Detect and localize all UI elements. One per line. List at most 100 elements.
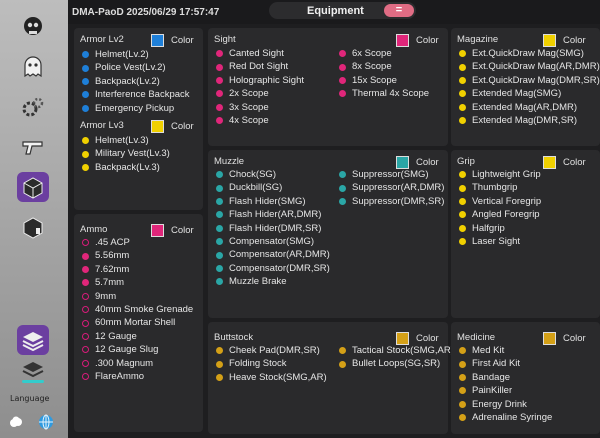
list-item[interactable]: Helmet(Lv.3): [82, 134, 170, 147]
list-item[interactable]: 60mm Mortar Shell: [82, 316, 193, 329]
bullet-dot-icon: [82, 252, 89, 260]
list-item[interactable]: 6x Scope: [339, 47, 429, 60]
magazine-swatch[interactable]: [543, 34, 556, 47]
list-item[interactable]: Emergency Pickup: [82, 102, 190, 115]
list-item[interactable]: Angled Foregrip: [459, 208, 541, 221]
list-item[interactable]: Halfgrip: [459, 222, 541, 235]
list-item[interactable]: Ext.QuickDraw Mag(AR,DMR): [459, 60, 600, 73]
list-item[interactable]: Suppressor(DMR,SR): [339, 195, 444, 208]
muzzle-title: Muzzle: [214, 156, 245, 167]
list-item[interactable]: Canted Sight: [216, 47, 304, 60]
bullet-dot-icon: [339, 63, 346, 71]
tab-equipment[interactable]: Equipment =: [269, 2, 416, 19]
bullet-dot-icon: [459, 400, 466, 408]
list-item[interactable]: Adrenaline Syringe: [459, 411, 552, 424]
list-item-label: Thermal 4x Scope: [352, 88, 430, 100]
list-item[interactable]: Compensator(SMG): [216, 235, 330, 248]
list-item[interactable]: Backpack(Lv.2): [82, 75, 190, 88]
list-item[interactable]: Military Vest(Lv.3): [82, 147, 170, 160]
list-item[interactable]: 7.62mm: [82, 263, 193, 276]
list-item[interactable]: Duckbill(SG): [216, 181, 330, 194]
sidebar-item-layers[interactable]: [17, 325, 49, 355]
list-item[interactable]: PainKiller: [459, 384, 552, 397]
bullet-dot-icon: [459, 184, 466, 192]
list-item[interactable]: 15x Scope: [339, 74, 429, 87]
list-item[interactable]: 4x Scope: [216, 114, 304, 127]
sidebar-item-weapon[interactable]: [17, 132, 49, 162]
cloud-icon[interactable]: [8, 414, 24, 430]
sidebar-item-settings[interactable]: [17, 92, 49, 122]
sight-color[interactable]: Color: [396, 34, 439, 47]
list-item[interactable]: Vertical Foregrip: [459, 195, 541, 208]
armor-lv2-swatch[interactable]: [151, 34, 164, 47]
list-item[interactable]: Helmet(Lv.2): [82, 48, 190, 61]
tab-label: Equipment: [307, 4, 364, 17]
list-item[interactable]: 2x Scope: [216, 87, 304, 100]
list-item[interactable]: 40mm Smoke Grenade: [82, 303, 193, 316]
list-item[interactable]: Lightweight Grip: [459, 168, 541, 181]
list-item[interactable]: Extended Mag(SMG): [459, 87, 600, 100]
list-item[interactable]: 5.56mm: [82, 249, 193, 262]
magazine-color[interactable]: Color: [543, 34, 586, 47]
list-item-label: Thumbgrip: [472, 182, 518, 194]
list-item[interactable]: Suppressor(SMG): [339, 168, 444, 181]
list-item[interactable]: Bullet Loops(SG,SR): [339, 357, 454, 370]
list-item[interactable]: Chock(SG): [216, 168, 330, 181]
list-item[interactable]: Laser Sight: [459, 235, 541, 248]
list-item[interactable]: Thermal 4x Scope: [339, 87, 429, 100]
buttstock-title: Buttstock: [214, 332, 254, 343]
tab-toggle-button[interactable]: =: [384, 4, 414, 17]
armor-lv3-color[interactable]: Color: [151, 120, 194, 133]
globe-icon[interactable]: [38, 414, 54, 430]
list-item[interactable]: Holographic Sight: [216, 74, 304, 87]
list-item[interactable]: 8x Scope: [339, 60, 429, 73]
bullet-dot-icon: [216, 347, 223, 355]
list-item[interactable]: Red Dot Sight: [216, 60, 304, 73]
armor-lv2-color[interactable]: Color: [151, 34, 194, 47]
list-item[interactable]: Flash Hider(DMR,SR): [216, 222, 330, 235]
list-item[interactable]: .300 Magnum: [82, 357, 193, 370]
sidebar-item-equipment[interactable]: [17, 172, 49, 202]
sidebar-item-loot[interactable]: [17, 212, 49, 242]
list-item[interactable]: Energy Drink: [459, 398, 552, 411]
list-item[interactable]: Tactical Stock(SMG,AR): [339, 344, 454, 357]
bullet-dot-icon: [459, 171, 466, 179]
grip-list: Lightweight Grip Thumbgrip Vertical Foregr…: [459, 168, 541, 248]
list-item[interactable]: 12 Gauge Slug: [82, 343, 193, 356]
list-item[interactable]: Extended Mag(DMR,SR): [459, 114, 600, 127]
bullet-dot-icon: [216, 374, 223, 382]
sidebar-item-stack[interactable]: [17, 355, 49, 385]
list-item[interactable]: Compensator(AR,DMR): [216, 248, 330, 261]
sidebar-item-player[interactable]: [17, 12, 49, 42]
list-item[interactable]: Police Vest(Lv.2): [82, 61, 190, 74]
list-item[interactable]: Interference Backpack: [82, 88, 190, 101]
list-item[interactable]: Flash Hider(AR,DMR): [216, 208, 330, 221]
list-item[interactable]: Cheek Pad(DMR,SR): [216, 344, 327, 357]
list-item[interactable]: Muzzle Brake: [216, 275, 330, 288]
list-item[interactable]: 12 Gauge: [82, 330, 193, 343]
list-item[interactable]: Thumbgrip: [459, 181, 541, 194]
armor-lv3-swatch[interactable]: [151, 120, 164, 133]
list-item[interactable]: FlareAmmo: [82, 370, 193, 383]
list-item[interactable]: Compensator(DMR,SR): [216, 262, 330, 275]
list-item[interactable]: Heave Stock(SMG,AR): [216, 371, 327, 384]
list-item[interactable]: Ext.QuickDraw Mag(DMR,SR): [459, 74, 600, 87]
grip-color[interactable]: Color: [543, 156, 586, 169]
list-item[interactable]: Flash Hider(SMG): [216, 195, 330, 208]
list-item[interactable]: First Aid Kit: [459, 357, 552, 370]
list-item[interactable]: Ext.QuickDraw Mag(SMG): [459, 47, 600, 60]
list-item[interactable]: Folding Stock: [216, 357, 327, 370]
list-item[interactable]: Med Kit: [459, 344, 552, 357]
sight-swatch[interactable]: [396, 34, 409, 47]
list-item[interactable]: 3x Scope: [216, 101, 304, 114]
list-item[interactable]: Extended Mag(AR,DMR): [459, 101, 600, 114]
list-item[interactable]: .45 ACP: [82, 236, 193, 249]
list-item[interactable]: Backpack(Lv.3): [82, 161, 170, 174]
list-item[interactable]: Suppressor(AR,DMR): [339, 181, 444, 194]
list-item[interactable]: 9mm: [82, 290, 193, 303]
list-item[interactable]: 5.7mm: [82, 276, 193, 289]
grip-swatch[interactable]: [543, 156, 556, 169]
panel-buttstock: Buttstock Color Cheek Pad(DMR,SR) Folding…: [208, 322, 454, 434]
sidebar-item-ai[interactable]: [17, 52, 49, 82]
list-item[interactable]: Bandage: [459, 371, 552, 384]
